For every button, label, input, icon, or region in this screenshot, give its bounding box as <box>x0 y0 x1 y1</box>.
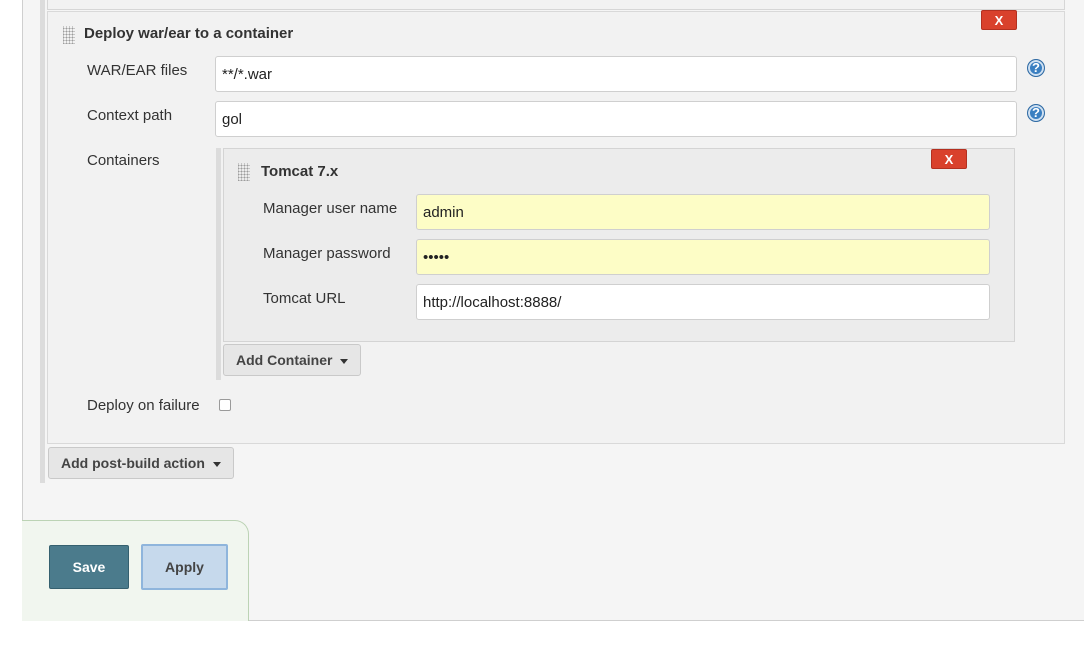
manager-password-input[interactable] <box>416 239 990 275</box>
caret-down-icon <box>212 461 221 467</box>
war-files-input[interactable] <box>215 56 1017 92</box>
help-icon[interactable]: ? <box>1027 59 1045 77</box>
delete-container-button[interactable]: X <box>931 149 967 169</box>
add-post-build-action-button[interactable]: Add post-build action <box>48 447 234 479</box>
previous-section-edge <box>47 0 1065 10</box>
manager-user-label: Manager user name <box>263 200 398 217</box>
container-left-bar <box>216 148 221 380</box>
context-path-input[interactable] <box>215 101 1017 137</box>
deploy-section-title: Deploy war/ear to a container <box>84 25 294 42</box>
deploy-on-failure-checkbox[interactable] <box>219 399 231 411</box>
tomcat-url-label: Tomcat URL <box>263 290 346 307</box>
help-icon[interactable]: ? <box>1027 104 1045 122</box>
context-path-label: Context path <box>87 107 173 124</box>
war-files-label: WAR/EAR files <box>87 62 188 79</box>
add-container-label: Add Container <box>236 352 333 368</box>
containers-label: Containers <box>87 152 160 169</box>
manager-password-label: Manager password <box>263 245 391 262</box>
add-post-build-label: Add post-build action <box>61 455 205 471</box>
deploy-on-failure-label: Deploy on failure <box>87 397 200 414</box>
caret-down-icon <box>340 358 349 364</box>
drag-handle-icon[interactable] <box>63 26 75 44</box>
save-button[interactable]: Save <box>49 545 129 589</box>
drag-handle-icon[interactable] <box>238 163 250 181</box>
tomcat-url-input[interactable] <box>416 284 990 320</box>
manager-user-input[interactable] <box>416 194 990 230</box>
apply-button[interactable]: Apply <box>141 544 228 590</box>
add-container-button[interactable]: Add Container <box>223 344 362 376</box>
container-title: Tomcat 7.x <box>261 163 339 180</box>
delete-deploy-section-button[interactable]: X <box>981 10 1017 30</box>
section-left-bar <box>40 0 45 483</box>
